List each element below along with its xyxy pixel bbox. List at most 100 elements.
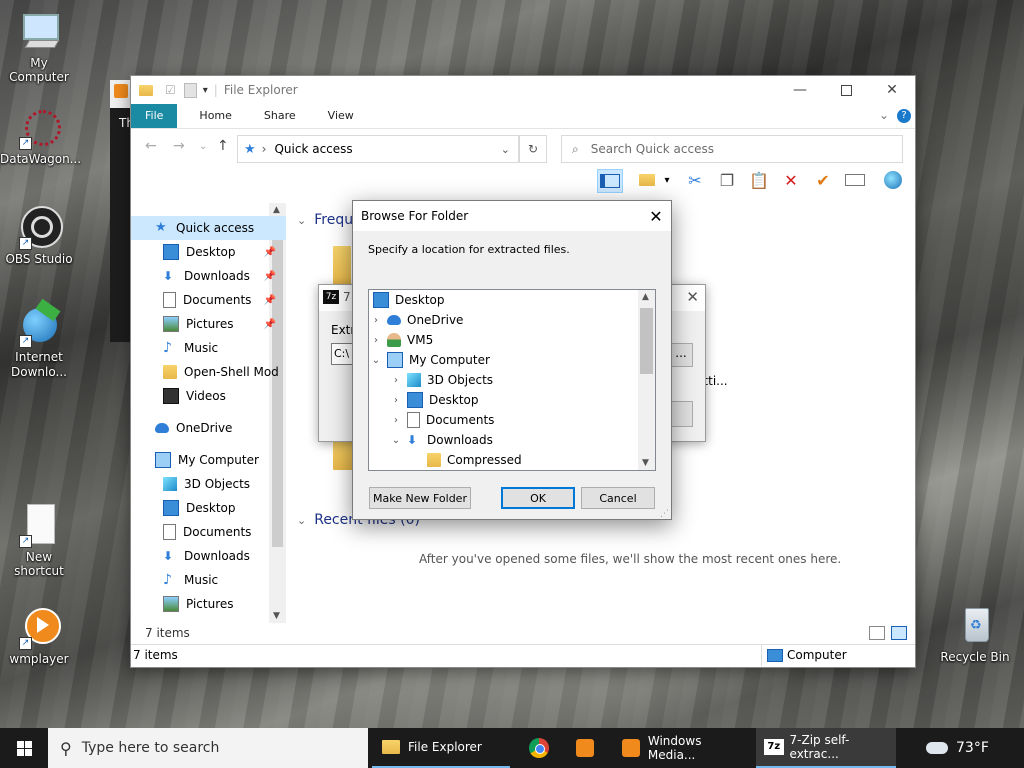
weather-widget[interactable]: 73°F: [924, 728, 996, 768]
search-input[interactable]: ⌕ Search Quick access: [561, 135, 903, 163]
large-icons-view-icon[interactable]: [891, 626, 907, 640]
tab-share[interactable]: Share: [248, 104, 312, 128]
ribbon-expand-icon[interactable]: ⌄: [879, 108, 889, 122]
nav-item-desktop-2[interactable]: Desktop: [131, 496, 286, 520]
nav-item-my-computer[interactable]: My Computer: [131, 448, 286, 472]
tree-item-desktop[interactable]: Desktop: [369, 290, 655, 310]
recent-locations-icon[interactable]: ⌄: [199, 141, 207, 152]
7zip-cancel-button[interactable]: [669, 401, 693, 427]
expand-chevron-icon[interactable]: ›: [369, 335, 383, 346]
collapse-chevron-icon[interactable]: ⌄: [369, 355, 383, 366]
nav-item-documents[interactable]: Documents 📌: [131, 288, 286, 312]
details-view-icon[interactable]: [869, 626, 885, 640]
help-icon[interactable]: ?: [897, 109, 911, 123]
start-button[interactable]: [0, 728, 48, 768]
pin-icon: 📌: [263, 246, 276, 258]
close-button[interactable]: ✕: [869, 76, 915, 104]
tree-item-downloads[interactable]: ⌄ ⬇ Downloads: [369, 430, 655, 450]
maximize-button[interactable]: [823, 76, 869, 104]
nav-item-music[interactable]: ♪ Music: [131, 336, 286, 360]
taskbar-file-explorer[interactable]: File Explorer: [372, 728, 510, 768]
taskbar-chrome[interactable]: [522, 728, 556, 768]
nav-item-videos[interactable]: Videos: [131, 384, 286, 408]
close-icon[interactable]: ✕: [686, 288, 699, 306]
refresh-button[interactable]: ↻: [519, 135, 547, 163]
properties-quick-icon[interactable]: ☑: [165, 83, 176, 97]
taskbar-search-input[interactable]: ⚲ Type here to search: [48, 728, 368, 768]
address-dropdown-icon[interactable]: ⌄: [501, 143, 510, 156]
nav-item-open-shell[interactable]: Open-Shell Mod: [131, 360, 286, 384]
browse-for-folder-dialog[interactable]: Browse For Folder ✕ Specify a location f…: [352, 200, 672, 520]
desktop-icon-recycle-bin[interactable]: ♻ Recycle Bin: [936, 604, 1014, 664]
browse-close-button[interactable]: ✕: [641, 201, 671, 231]
back-button[interactable]: ←: [145, 138, 157, 154]
nav-item-pictures[interactable]: Pictures 📌: [131, 312, 286, 336]
desktop-icon-new-shortcut[interactable]: ↗ New shortcut: [0, 504, 78, 578]
tree-scrollbar[interactable]: ▲ ▼: [638, 290, 655, 470]
up-button[interactable]: ↑: [217, 138, 229, 154]
nav-item-desktop[interactable]: Desktop 📌: [131, 240, 286, 264]
delete-button[interactable]: ✕: [779, 169, 803, 191]
ok-button[interactable]: OK: [501, 487, 575, 509]
new-folder-dropdown[interactable]: ▾: [661, 169, 673, 191]
expand-chevron-icon[interactable]: ›: [389, 395, 403, 406]
scroll-up-icon[interactable]: ▲: [273, 205, 280, 215]
tree-item-my-computer[interactable]: ⌄ My Computer: [369, 350, 655, 370]
preview-pane-button[interactable]: [597, 169, 623, 193]
nav-item-pictures-2[interactable]: Pictures: [131, 592, 286, 616]
cut-button[interactable]: ✂: [683, 169, 707, 191]
tab-home[interactable]: Home: [183, 104, 247, 128]
nav-item-quick-access[interactable]: ★ Quick access: [131, 216, 286, 240]
nav-item-documents-2[interactable]: Documents: [131, 520, 286, 544]
rename-icon: [845, 174, 865, 186]
resize-grip-icon[interactable]: ⋰: [660, 509, 669, 519]
desktop-icon-my-computer[interactable]: My Computer: [0, 10, 78, 84]
collapse-chevron-icon[interactable]: ⌄: [389, 435, 403, 446]
desktop-icon-datawagon[interactable]: ↗ DataWagon...: [0, 106, 81, 166]
folder-icon[interactable]: [333, 246, 351, 286]
nav-item-music-2[interactable]: ♪ Music: [131, 568, 286, 592]
browse-dialog-titlebar[interactable]: Browse For Folder ✕: [353, 201, 671, 231]
taskbar-media-player[interactable]: [568, 728, 602, 768]
tree-item-3d-objects[interactable]: › 3D Objects: [369, 370, 655, 390]
browse-button[interactable]: ...: [669, 343, 693, 367]
tree-item-documents[interactable]: › Documents: [369, 410, 655, 430]
copy-button[interactable]: ❐: [715, 169, 739, 191]
make-new-folder-button[interactable]: Make New Folder: [369, 487, 471, 509]
tab-file[interactable]: File: [131, 104, 178, 128]
taskbar-search-placeholder: Type here to search: [81, 740, 220, 756]
nav-item-downloads[interactable]: ⬇ Downloads 📌: [131, 264, 286, 288]
cancel-button[interactable]: Cancel: [581, 487, 655, 509]
tree-item-vm5[interactable]: › VM5: [369, 330, 655, 350]
nav-item-onedrive[interactable]: OneDrive: [131, 416, 286, 440]
globe-button[interactable]: [881, 169, 905, 191]
nav-item-downloads-2[interactable]: ⬇ Downloads: [131, 544, 286, 568]
explorer-titlebar[interactable]: ☑ ▾ | File Explorer — ✕: [131, 76, 915, 104]
forward-button[interactable]: →: [173, 138, 185, 154]
tree-item-desktop-2[interactable]: › Desktop: [369, 390, 655, 410]
address-bar[interactable]: ★ › Quick access ⌄: [237, 135, 519, 163]
desktop-icon-idm[interactable]: ↗ Internet Downlo...: [0, 298, 78, 380]
new-folder-button[interactable]: [635, 169, 659, 191]
tree-item-compressed[interactable]: Compressed: [369, 450, 655, 470]
expand-chevron-icon[interactable]: ›: [389, 375, 403, 386]
desktop-icon-obs[interactable]: ↗ OBS Studio: [0, 206, 78, 266]
minimize-button[interactable]: —: [777, 76, 823, 104]
paste-button[interactable]: 📋: [747, 169, 771, 191]
new-folder-quick-icon[interactable]: [183, 82, 197, 98]
desktop-icon-wmplayer[interactable]: ↗ wmplayer: [0, 606, 78, 666]
expand-chevron-icon[interactable]: ›: [389, 415, 403, 426]
quick-access-toolbar-dropdown-icon[interactable]: ▾: [203, 85, 208, 96]
select-button[interactable]: ✔: [811, 169, 835, 191]
folder-tree[interactable]: Desktop › OneDrive › VM5 ⌄ My Computer ›…: [368, 289, 656, 471]
tree-scroll-thumb[interactable]: [640, 308, 653, 374]
scroll-up-icon[interactable]: ▲: [642, 292, 649, 302]
rename-button[interactable]: [843, 169, 867, 191]
tab-view[interactable]: View: [312, 104, 370, 128]
expand-chevron-icon[interactable]: ›: [369, 315, 383, 326]
taskbar-7zip[interactable]: 7z 7-Zip self-extrac...: [756, 728, 896, 768]
nav-item-3d-objects[interactable]: 3D Objects: [131, 472, 286, 496]
tree-item-onedrive[interactable]: › OneDrive: [369, 310, 655, 330]
taskbar-windows-media[interactable]: Windows Media...: [614, 728, 752, 768]
scroll-down-icon[interactable]: ▼: [642, 458, 649, 468]
